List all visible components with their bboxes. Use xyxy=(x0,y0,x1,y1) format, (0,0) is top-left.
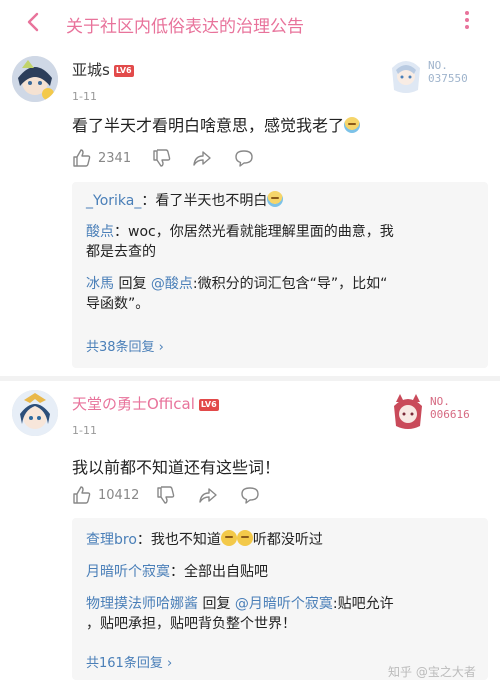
reply-username[interactable]: 查理bro xyxy=(86,532,137,548)
top-bar: 关于社区内低俗表达的治理公告 xyxy=(0,0,500,46)
reply-text: :贴吧允许 xyxy=(332,596,394,612)
comment-actions: 10412 xyxy=(72,484,272,506)
comment-text: 看了半天才看明白啥意思，感觉我老了 xyxy=(72,112,361,136)
watermark: 知乎 @宝之大者 xyxy=(388,665,476,679)
reply-text: :微积分的词汇包含“导”，比如“ xyxy=(192,276,388,292)
member-badge: NO. 006616 xyxy=(390,392,484,432)
mention-link[interactable]: @月暗听个寂寞 xyxy=(235,596,333,612)
reply-text-cont: 听都没听过 xyxy=(252,532,323,548)
reply-icon xyxy=(235,150,253,167)
username[interactable]: 天堂の勇士Offical LV6 xyxy=(72,393,219,414)
reply-username[interactable]: 冰馬 xyxy=(86,276,114,292)
page-title: 关于社区内低俗表达的治理公告 xyxy=(66,17,304,37)
level-badge: LV6 xyxy=(198,398,219,411)
reply-panel: _Yorika_：看了半天也不明白 酸点：woc，你居然光看就能理解里面的曲意，… xyxy=(72,182,488,368)
reply-username[interactable]: 酸点 xyxy=(86,224,114,240)
reply-line: 物理摸法师哈娜酱 回复 @月暗听个寂寞:贴吧允许 ，贴吧承担，贴吧背负整个世界！ xyxy=(86,594,394,634)
reply-line: 查理bro：我也不知道 听都没听过 xyxy=(86,530,323,550)
dislike-icon xyxy=(153,149,171,167)
dislike-icon xyxy=(157,486,175,504)
like-button[interactable]: 2341 xyxy=(72,147,131,169)
like-icon xyxy=(73,149,91,167)
more-icon[interactable] xyxy=(462,11,472,35)
reply-text-cont: 都是去查的 xyxy=(86,244,156,260)
level-badge: LV6 xyxy=(113,64,134,77)
like-icon xyxy=(73,486,91,504)
avatar[interactable] xyxy=(12,390,58,436)
comment-date: 1-11 xyxy=(72,424,97,437)
tear-emoji-icon xyxy=(344,117,361,133)
reply-line: _Yorika_：看了半天也不明白 xyxy=(86,191,284,211)
reply-button[interactable] xyxy=(240,484,260,506)
reply-username[interactable]: 月暗听个寂寞 xyxy=(86,564,170,580)
badge-number: NO. 037550 xyxy=(428,59,468,85)
reply-text: 全部出自贴吧 xyxy=(184,564,268,580)
cry-emoji-icon xyxy=(220,530,237,546)
reply-username[interactable]: _Yorika_ xyxy=(86,193,141,209)
comment-item: 亚城s LV6 NO. 037550 1-11 看了半天才看明白啥意思，感觉我老了… xyxy=(0,46,500,376)
dislike-button[interactable] xyxy=(156,484,176,506)
view-all-replies-link[interactable]: 共161条回复 › xyxy=(86,652,172,671)
like-count: 2341 xyxy=(98,150,132,166)
share-button[interactable] xyxy=(192,147,212,169)
comment-text-content: 看了半天才看明白啥意思，感觉我老了 xyxy=(72,116,345,135)
reply-button[interactable] xyxy=(234,147,254,169)
reply-text: 我也不知道 xyxy=(150,532,221,548)
dislike-button[interactable] xyxy=(152,147,172,169)
reply-username[interactable]: 物理摸法师哈娜酱 xyxy=(86,596,198,612)
mascot-icon xyxy=(392,61,420,93)
reply-text-cont: ，贴吧承担，贴吧背负整个世界！ xyxy=(86,616,296,632)
like-button[interactable]: 10412 xyxy=(72,484,139,506)
mention-link[interactable]: @酸点 xyxy=(151,276,193,292)
comment-item: 天堂の勇士Offical LV6 NO. 006616 1-11 我以前都不知道还… xyxy=(0,380,500,690)
comment-actions: 2341 xyxy=(72,147,272,169)
avatar[interactable] xyxy=(12,56,58,102)
reply-text: woc，你居然光看就能理解里面的曲意，我 xyxy=(128,224,394,240)
username-text[interactable]: 天堂の勇士Offical xyxy=(72,395,195,413)
cry-emoji-icon xyxy=(236,530,253,546)
reply-separator: ： xyxy=(170,564,184,580)
reply-line: 月暗听个寂寞：全部出自贴吧 xyxy=(86,562,268,582)
tear-emoji-icon xyxy=(267,191,284,207)
share-icon xyxy=(199,488,217,503)
reply-icon xyxy=(241,487,259,504)
username[interactable]: 亚城s LV6 xyxy=(72,59,134,80)
badge-number: NO. 006616 xyxy=(430,395,470,421)
reply-separator: ： xyxy=(136,532,151,548)
reply-separator: ： xyxy=(114,224,128,240)
like-count: 10412 xyxy=(98,487,140,503)
mascot-icon xyxy=(394,394,422,429)
username-text[interactable]: 亚城s xyxy=(72,61,110,79)
comment-date: 1-11 xyxy=(72,90,97,103)
reply-separator: ： xyxy=(141,193,156,209)
share-icon xyxy=(193,151,211,166)
reply-text: 看了半天也不明白 xyxy=(155,193,268,209)
share-button[interactable] xyxy=(198,484,218,506)
comment-text: 我以前都不知道还有这些词！ xyxy=(72,458,281,477)
reply-line: 酸点：woc，你居然光看就能理解里面的曲意，我都是去查的 xyxy=(86,222,394,262)
back-icon[interactable] xyxy=(22,10,46,34)
reply-panel: 查理bro：我也不知道 听都没听过 月暗听个寂寞：全部出自贴吧 物理摸法师哈娜酱 … xyxy=(72,518,488,680)
view-all-replies-link[interactable]: 共38条回复 › xyxy=(86,336,164,355)
reply-text-cont: 导函数”。 xyxy=(86,296,150,312)
reply-line: 冰馬 回复 @酸点:微积分的词汇包含“导”，比如“ 导函数”。 xyxy=(86,274,387,314)
reply-word: 回复 xyxy=(118,276,147,292)
member-badge: NO. 037550 xyxy=(388,56,482,96)
reply-word: 回复 xyxy=(202,596,231,612)
